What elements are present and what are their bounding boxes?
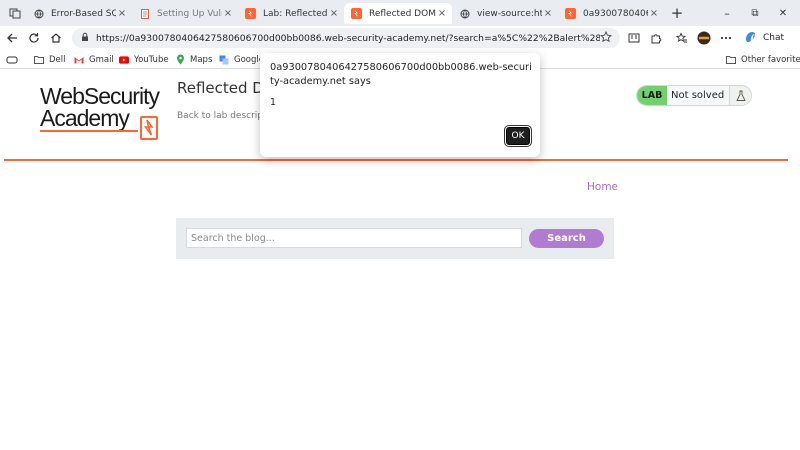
tab-error-based-sql[interactable]: Error-Based SQL Inje × bbox=[26, 3, 132, 24]
other-favorites-label: Other favorites bbox=[741, 54, 800, 65]
bookmark-google[interactable]: Google bbox=[219, 53, 264, 66]
folder-icon bbox=[726, 55, 736, 65]
tab-setting-up-vulnerable[interactable]: Setting Up Vulnerabl × bbox=[132, 3, 238, 24]
tab-label: view-source:https://0 bbox=[477, 8, 542, 19]
bookmark-label: YouTube bbox=[134, 54, 169, 65]
favorites-icon[interactable] bbox=[674, 30, 690, 46]
tab-label: Lab: Reflected DOM X bbox=[263, 8, 328, 19]
tab-close-icon[interactable]: × bbox=[116, 8, 128, 19]
header-divider bbox=[4, 159, 788, 161]
search-button[interactable]: Search bbox=[529, 229, 604, 248]
bookmark-label: Maps bbox=[190, 54, 213, 65]
portswigger-icon bbox=[245, 8, 256, 19]
copilot-chat-button[interactable]: Chat bbox=[740, 29, 792, 47]
close-window-button[interactable]: ✕ bbox=[774, 5, 792, 21]
tab-lab-instance[interactable]: 0a930078040642750 × bbox=[558, 3, 664, 24]
lab-status-widget: LAB Not solved bbox=[636, 85, 752, 106]
blog-search-form: Search bbox=[176, 218, 614, 259]
refresh-icon[interactable] bbox=[26, 30, 42, 46]
address-bar[interactable]: https://0a9300780406427580606700d00bb008… bbox=[72, 28, 620, 48]
reader-icon[interactable] bbox=[626, 30, 642, 46]
logo-line-2: Academy bbox=[40, 105, 130, 131]
tab-close-icon[interactable]: × bbox=[436, 8, 448, 19]
web-security-academy-logo[interactable]: WebSecurity Academy bbox=[40, 83, 170, 140]
tab-view-source[interactable]: view-source:https://0 × bbox=[452, 3, 558, 24]
back-icon[interactable] bbox=[4, 30, 20, 46]
tab-close-icon[interactable]: × bbox=[222, 8, 234, 19]
tab-close-icon[interactable]: × bbox=[648, 8, 660, 19]
restore-button[interactable]: ⧉ bbox=[746, 5, 764, 21]
portswigger-icon bbox=[565, 8, 576, 19]
bookmark-youtube[interactable]: YouTube bbox=[119, 53, 169, 66]
bookmark-gmail[interactable]: Gmail bbox=[74, 53, 114, 66]
flask-icon bbox=[729, 86, 751, 105]
dialog-title: 0a9300780406427580606700d00bb0086.web-se… bbox=[270, 62, 532, 87]
tab-label: 0a930078040642750 bbox=[583, 8, 648, 19]
youtube-icon bbox=[119, 55, 129, 65]
globe-icon bbox=[33, 8, 44, 19]
logo-underline bbox=[40, 130, 138, 132]
tab-label: Error-Based SQL Inje bbox=[51, 8, 116, 19]
tab-close-icon[interactable]: × bbox=[328, 8, 340, 19]
bookmark-dell[interactable]: Dell bbox=[34, 53, 66, 66]
lab-title: Reflected DOM XSS bbox=[177, 79, 262, 97]
search-input[interactable] bbox=[186, 228, 522, 248]
logo-bolt-icon bbox=[140, 116, 158, 140]
profile-avatar-icon[interactable] bbox=[696, 30, 712, 46]
globe-icon bbox=[459, 8, 470, 19]
workspaces-icon[interactable] bbox=[6, 5, 24, 21]
document-icon bbox=[139, 8, 150, 19]
other-favorites[interactable]: Other favorites bbox=[726, 53, 800, 66]
url-text: https://0a9300780406427580606700d00bb008… bbox=[96, 32, 600, 44]
tab-label: Setting Up Vulnerabl bbox=[157, 8, 222, 19]
more-menu-icon[interactable] bbox=[718, 30, 734, 46]
tab-reflected-dom-xss[interactable]: Reflected DOM XSS × bbox=[344, 3, 452, 24]
lab-status-text: Not solved bbox=[671, 90, 725, 101]
bookmarks-toggle-icon[interactable] bbox=[6, 53, 18, 66]
home-link[interactable]: Home bbox=[587, 181, 618, 193]
favorite-star-icon[interactable] bbox=[600, 30, 612, 46]
dialog-ok-button[interactable]: OK bbox=[506, 127, 530, 145]
tab-lab-reflected-dom[interactable]: Lab: Reflected DOM X × bbox=[238, 3, 344, 24]
new-tab-button[interactable]: + bbox=[668, 4, 686, 22]
chat-label: Chat bbox=[763, 33, 785, 43]
scrollbar[interactable] bbox=[792, 69, 800, 450]
tab-label: Reflected DOM XSS bbox=[369, 8, 436, 19]
bookmark-maps[interactable]: Maps bbox=[175, 53, 212, 66]
lab-badge: LAB bbox=[637, 86, 667, 105]
bookmark-label: Gmail bbox=[89, 54, 114, 65]
tab-close-icon[interactable]: × bbox=[542, 8, 554, 19]
folder-icon bbox=[34, 55, 44, 65]
bookmark-label: Dell bbox=[49, 54, 66, 65]
google-icon bbox=[219, 55, 229, 65]
maps-icon bbox=[175, 54, 185, 65]
portswigger-icon bbox=[351, 8, 362, 19]
extensions-icon[interactable] bbox=[648, 30, 664, 46]
home-icon[interactable] bbox=[48, 30, 64, 46]
navigation-bar: https://0a9300780406427580606700d00bb008… bbox=[0, 26, 800, 50]
dialog-message: 1 bbox=[270, 97, 277, 108]
alert-dialog: 0a9300780406427580606700d00bb0086.web-se… bbox=[260, 53, 540, 157]
tab-strip: Error-Based SQL Inje × Setting Up Vulner… bbox=[0, 0, 800, 26]
lock-icon[interactable] bbox=[80, 31, 90, 45]
copilot-icon bbox=[744, 30, 757, 46]
minimize-button[interactable]: – bbox=[718, 5, 736, 21]
gmail-icon bbox=[74, 55, 84, 65]
back-to-lab-description-link[interactable]: Back to lab description bbox=[177, 111, 262, 121]
